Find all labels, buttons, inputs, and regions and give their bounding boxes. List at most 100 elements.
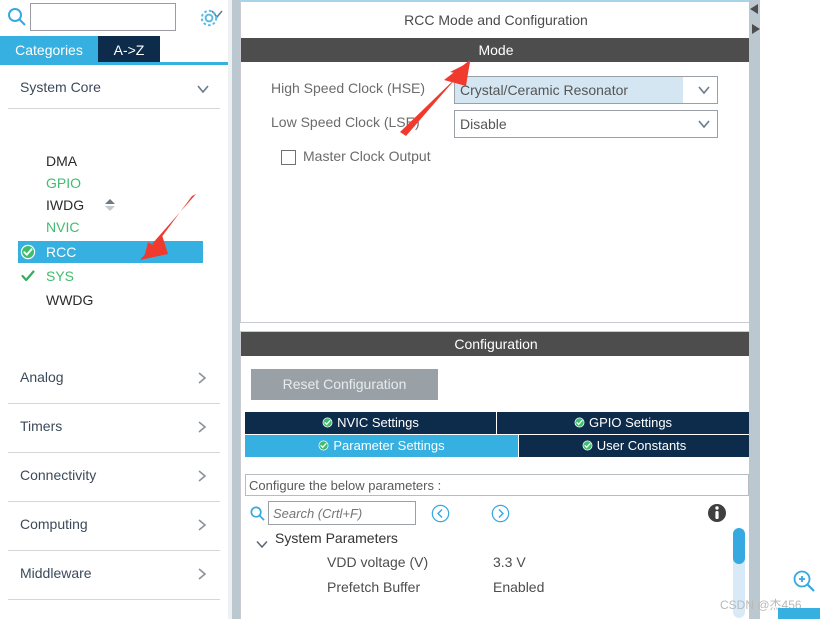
- field-row-lse: Low Speed Clock (LSE) Disable: [241, 110, 751, 138]
- tab-a-to-z[interactable]: A->Z: [98, 36, 160, 64]
- parameter-value: 3.3 V: [493, 554, 526, 570]
- check-icon: [20, 268, 36, 284]
- parameter-toolbar: [245, 500, 749, 528]
- chevron-down-icon[interactable]: [196, 82, 210, 96]
- parameter-value: Enabled: [493, 579, 545, 595]
- chevron-right-icon[interactable]: [196, 567, 208, 581]
- parameter-row-prefetch[interactable]: Prefetch Buffer Enabled: [245, 579, 735, 603]
- hse-label: High Speed Clock (HSE): [271, 80, 426, 96]
- tab-parameter-settings[interactable]: Parameter Settings: [245, 435, 519, 457]
- lse-value: Disable: [460, 116, 507, 132]
- reset-configuration-button[interactable]: Reset Configuration: [251, 369, 438, 400]
- zoom-in-icon[interactable]: [790, 568, 818, 596]
- master-clock-output-checkbox[interactable]: [281, 150, 296, 165]
- sidebar-item-rcc[interactable]: RCC: [18, 241, 203, 263]
- sidebar-category-label: Connectivity: [20, 467, 97, 483]
- parameter-group-label: System Parameters: [275, 530, 398, 546]
- config-tabrow-2: Parameter Settings User Constants: [245, 435, 749, 457]
- configure-note: Configure the below parameters :: [245, 474, 749, 496]
- sidebar-category-label: Analog: [20, 369, 64, 385]
- check-circle-icon: [20, 244, 36, 260]
- sidebar-category-computing[interactable]: Computing: [8, 502, 220, 551]
- parameter-tree: System Parameters VDD voltage (V) 3.3 V …: [245, 530, 749, 618]
- hse-dropdown[interactable]: Crystal/Ceramic Resonator: [454, 76, 718, 104]
- sidebar-item-iwdg[interactable]: IWDG: [18, 194, 203, 216]
- lse-label: Low Speed Clock (LSE): [271, 114, 420, 130]
- collapse-up-icon[interactable]: [749, 2, 760, 16]
- chevron-right-circle-icon[interactable]: [491, 504, 510, 523]
- info-icon[interactable]: [707, 503, 727, 523]
- tabbar-underline: [0, 62, 228, 65]
- tab-label: Parameter Settings: [333, 438, 445, 453]
- bottom-accent: [778, 608, 820, 619]
- sidebar-item-label: RCC: [46, 244, 77, 260]
- configuration-section-header: Configuration: [241, 332, 751, 356]
- search-icon: [249, 505, 266, 522]
- tab-nvic-settings[interactable]: NVIC Settings: [245, 412, 497, 434]
- sidebar-search-row: [0, 0, 228, 36]
- search-icon: [6, 6, 28, 28]
- master-clock-output-label: Master Clock Output: [303, 148, 431, 164]
- collapse-right-icon[interactable]: [750, 22, 761, 36]
- sidebar-item-label: GPIO: [46, 175, 82, 191]
- tab-gpio-settings[interactable]: GPIO Settings: [497, 412, 749, 434]
- parameter-search-input[interactable]: [268, 501, 416, 525]
- rcc-configuration-panel: RCC Mode and Configuration Mode High Spe…: [240, 0, 820, 619]
- gear-icon[interactable]: [197, 6, 221, 30]
- component-sidebar: Categories A->Z System Core DMA GPIO IWD…: [0, 0, 228, 619]
- sidebar-item-wwdg[interactable]: WWDG: [18, 289, 203, 311]
- sidebar-item-label: WWDG: [46, 292, 94, 308]
- sidebar-item-label: IWDG: [46, 197, 85, 213]
- check-circle-icon: [322, 413, 333, 428]
- sidebar-item-label: DMA: [46, 153, 78, 169]
- field-row-hse: High Speed Clock (HSE) Crystal/Ceramic R…: [241, 76, 751, 104]
- page-title: RCC Mode and Configuration: [241, 4, 751, 37]
- mode-section-header: Mode: [241, 38, 751, 62]
- master-clock-output-row: Master Clock Output: [241, 147, 751, 169]
- right-splitter[interactable]: [749, 0, 760, 619]
- sidebar-category-label: Computing: [20, 516, 88, 532]
- check-circle-icon: [318, 436, 329, 451]
- sidebar-category-middleware[interactable]: Middleware: [8, 551, 220, 600]
- sidebar-item-gpio[interactable]: GPIO: [18, 172, 203, 194]
- sidebar-category-connectivity[interactable]: Connectivity: [8, 453, 220, 502]
- parameter-name: Prefetch Buffer: [327, 579, 421, 595]
- config-tabrow-1: NVIC Settings GPIO Settings: [245, 412, 749, 434]
- parameter-row-vdd[interactable]: VDD voltage (V) 3.3 V: [245, 554, 735, 578]
- chevron-down-icon[interactable]: [691, 77, 717, 103]
- check-circle-icon: [582, 436, 593, 451]
- scrollbar-thumb[interactable]: [733, 528, 745, 564]
- search-input[interactable]: [30, 3, 176, 31]
- mode-panel: RCC Mode and Configuration Mode High Spe…: [240, 0, 752, 323]
- lse-dropdown[interactable]: Disable: [454, 110, 718, 138]
- tab-categories[interactable]: Categories: [0, 36, 98, 64]
- sidebar-item-dma[interactable]: DMA: [18, 150, 203, 172]
- sidebar-item-nvic[interactable]: NVIC: [18, 216, 203, 238]
- chevron-down-icon[interactable]: [255, 537, 269, 551]
- sidebar-tabbar: Categories A->Z: [0, 36, 228, 64]
- check-circle-icon: [574, 413, 585, 428]
- chevron-left-circle-icon[interactable]: [431, 504, 450, 523]
- chevron-right-icon[interactable]: [196, 371, 208, 385]
- chevron-right-icon[interactable]: [196, 469, 208, 483]
- sidebar-item-label: NVIC: [46, 219, 80, 235]
- chevron-right-icon[interactable]: [196, 420, 208, 434]
- tab-label: GPIO Settings: [588, 415, 673, 430]
- vertical-splitter[interactable]: [228, 0, 240, 619]
- chevron-right-icon[interactable]: [196, 518, 208, 532]
- sidebar-category-label: Middleware: [20, 565, 92, 581]
- tab-label: NVIC Settings: [337, 415, 419, 430]
- sidebar-category-label: Timers: [20, 418, 63, 434]
- parameter-name: VDD voltage (V): [327, 554, 429, 570]
- sidebar-group-system-core[interactable]: System Core: [8, 70, 220, 109]
- sidebar-tree: System Core DMA GPIO IWDG NVIC RCC SYS W…: [0, 70, 228, 619]
- sidebar-group-label: System Core: [20, 79, 101, 95]
- chevron-down-icon[interactable]: [691, 111, 717, 137]
- sidebar-item-sys[interactable]: SYS: [18, 265, 203, 287]
- sidebar-category-analog[interactable]: Analog: [8, 355, 220, 404]
- tab-user-constants[interactable]: User Constants: [519, 435, 749, 457]
- sidebar-category-timers[interactable]: Timers: [8, 404, 220, 453]
- tab-label: User Constants: [596, 438, 687, 453]
- configuration-panel: Configuration Reset Configuration NVIC S…: [240, 331, 752, 619]
- hse-value: Crystal/Ceramic Resonator: [455, 77, 683, 103]
